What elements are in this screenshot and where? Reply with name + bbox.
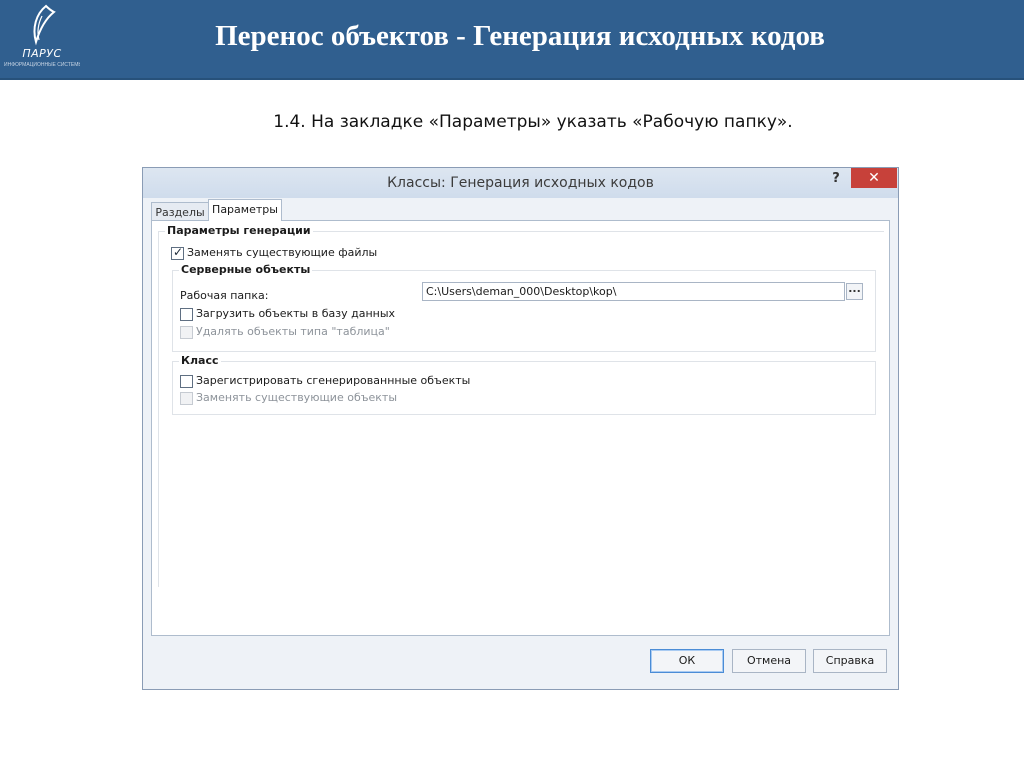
dialog-title: Классы: Генерация исходных кодов (387, 175, 654, 191)
help-button[interactable]: Справка (813, 649, 887, 673)
register-objects-checkbox[interactable] (180, 375, 193, 388)
slide-header: ПАРУС ИНФОРМАЦИОННЫЕ СИСТЕМЫ УПРАВЛЕНИЯ … (0, 0, 1024, 80)
help-icon[interactable]: ? (823, 169, 849, 189)
load-to-db-checkbox[interactable] (180, 308, 193, 321)
parus-logo: ПАРУС ИНФОРМАЦИОННЫЕ СИСТЕМЫ УПРАВЛЕНИЯ (4, 2, 80, 76)
generation-dialog: Классы: Генерация исходных кодов ? ✕ Раз… (142, 167, 899, 690)
replace-files-label: Заменять существующие файлы (187, 246, 378, 259)
cancel-button[interactable]: Отмена (732, 649, 806, 673)
ok-button[interactable]: ОК (650, 649, 724, 673)
register-objects-label: Зарегистрировать сгенерированнные объект… (196, 374, 471, 387)
replace-files-checkbox[interactable]: ✓ (171, 245, 184, 260)
generation-group-title: Параметры генерации (165, 224, 313, 237)
work-folder-label: Рабочая папка: (180, 289, 269, 302)
dialog-titlebar[interactable]: Классы: Генерация исходных кодов ? ✕ (143, 168, 898, 198)
replace-objects-checkbox (180, 392, 193, 405)
tab-parameters[interactable]: Параметры (208, 199, 282, 221)
delete-tables-label: Удалять объекты типа "таблица" (196, 325, 390, 338)
sail-logo-icon (33, 4, 56, 46)
replace-objects-label: Заменять существующие объекты (196, 391, 398, 404)
check-mark-icon: ✓ (173, 245, 184, 259)
work-folder-input[interactable]: C:\Users\deman_000\Desktop\kop\ (422, 282, 845, 301)
logo-tagline: ИНФОРМАЦИОННЫЕ СИСТЕМЫ УПРАВЛЕНИЯ (4, 62, 80, 68)
slide-title: Перенос объектов - Генерация исходных ко… (215, 20, 825, 52)
instruction-text: 1.4. На закладке «Параметры» указать «Ра… (273, 112, 793, 132)
close-button[interactable]: ✕ (851, 168, 897, 188)
server-group-title: Серверные объекты (179, 263, 313, 276)
tab-sections[interactable]: Разделы (151, 202, 209, 221)
logo-name: ПАРУС (22, 47, 62, 60)
class-group: Класс (172, 354, 876, 415)
load-to-db-label: Загрузить объекты в базу данных (196, 307, 396, 320)
class-group-title: Класс (179, 354, 221, 367)
browse-folder-button[interactable]: ... (846, 283, 863, 300)
delete-tables-checkbox (180, 326, 193, 339)
